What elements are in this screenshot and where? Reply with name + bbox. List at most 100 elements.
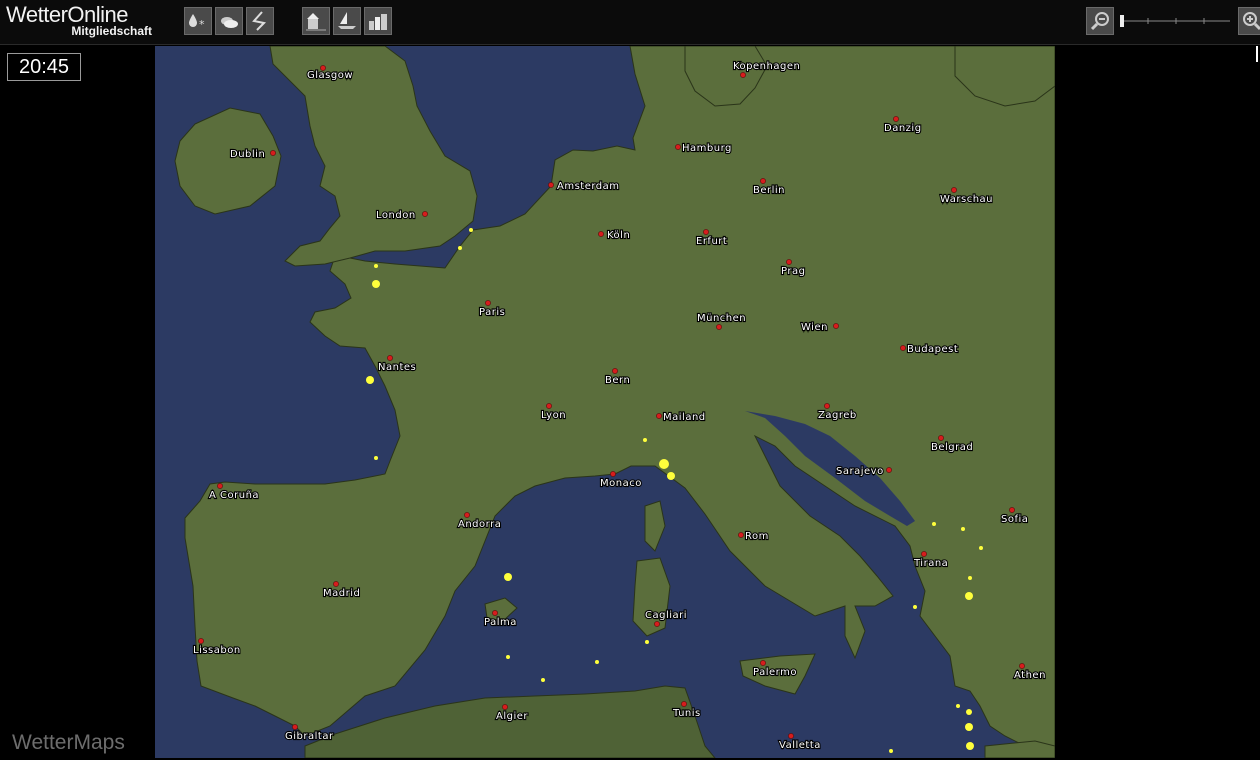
city-marker[interactable] bbox=[951, 187, 957, 193]
wetteronline-logo[interactable]: WetterOnline Mitgliedschaft bbox=[6, 2, 156, 42]
city-label: Tirana bbox=[913, 558, 948, 569]
city-label: Nantes bbox=[378, 362, 416, 373]
precip-layer-button[interactable]: * bbox=[184, 7, 212, 35]
city-label: Palermo bbox=[753, 667, 797, 678]
city-label: Danzig bbox=[884, 123, 922, 134]
svg-text:*: * bbox=[199, 18, 205, 31]
city-marker[interactable] bbox=[675, 144, 681, 150]
zoom-out-button[interactable] bbox=[1086, 7, 1114, 35]
city-marker[interactable] bbox=[217, 483, 223, 489]
city-marker[interactable] bbox=[703, 229, 709, 235]
city-label: Kopenhagen bbox=[733, 61, 800, 72]
city-marker[interactable] bbox=[464, 512, 470, 518]
city-marker[interactable] bbox=[833, 323, 839, 329]
island-sardinia bbox=[632, 557, 671, 637]
city-marker[interactable] bbox=[485, 300, 491, 306]
city-marker[interactable] bbox=[900, 345, 906, 351]
city-label: Wien bbox=[801, 322, 828, 333]
lightning-strike bbox=[667, 472, 675, 480]
wettermaps-logo: WetterMaps bbox=[12, 731, 125, 754]
city-marker[interactable] bbox=[198, 638, 204, 644]
city-marker[interactable] bbox=[788, 733, 794, 739]
lightning-strike bbox=[965, 723, 973, 731]
city-marker[interactable] bbox=[1009, 507, 1015, 513]
lightning-strike bbox=[966, 742, 974, 750]
sea-layer-button[interactable] bbox=[333, 7, 361, 35]
lightning-strike bbox=[643, 438, 647, 442]
city-marker[interactable] bbox=[921, 551, 927, 557]
city-marker[interactable] bbox=[612, 368, 618, 374]
city-marker[interactable] bbox=[824, 403, 830, 409]
city-marker[interactable] bbox=[270, 150, 276, 156]
lightning-strike bbox=[965, 592, 973, 600]
city-marker[interactable] bbox=[1019, 663, 1025, 669]
city-marker[interactable] bbox=[740, 72, 746, 78]
city-marker[interactable] bbox=[548, 182, 554, 188]
city-marker[interactable] bbox=[333, 581, 339, 587]
city-label: Rom bbox=[745, 531, 769, 542]
city-marker[interactable] bbox=[716, 324, 722, 330]
city-marker[interactable] bbox=[886, 467, 892, 473]
city-marker[interactable] bbox=[738, 532, 744, 538]
city-label: Madrid bbox=[323, 588, 360, 599]
lightning-strike bbox=[366, 376, 374, 384]
city-label: Monaco bbox=[600, 478, 642, 489]
precip-icon: * bbox=[189, 14, 205, 31]
city-marker[interactable] bbox=[760, 178, 766, 184]
city-marker[interactable] bbox=[292, 724, 298, 730]
city-label: Prag bbox=[781, 266, 805, 277]
lightning-strike bbox=[374, 264, 378, 268]
city-label: Cagliari bbox=[645, 610, 687, 621]
lightning-strike bbox=[659, 459, 669, 469]
city-layer-button[interactable] bbox=[364, 7, 392, 35]
city-label: Sofia bbox=[1001, 514, 1028, 525]
zoom-slider-thumb[interactable] bbox=[1120, 15, 1124, 27]
weather-map[interactable]: Glasgow Kopenhagen Danzig Dublin Hamburg Amst… bbox=[155, 46, 1055, 758]
city-marker[interactable] bbox=[654, 621, 660, 627]
city-marker[interactable] bbox=[681, 701, 687, 707]
city-label: Dublin bbox=[230, 149, 265, 160]
scroll-edge bbox=[1256, 46, 1258, 62]
city-marker[interactable] bbox=[387, 355, 393, 361]
city-marker[interactable] bbox=[656, 413, 662, 419]
wind-icon bbox=[252, 11, 267, 31]
lightning-strike bbox=[932, 522, 936, 526]
city-label: Hamburg bbox=[682, 143, 732, 154]
lightning-strike bbox=[458, 246, 462, 250]
city-marker[interactable] bbox=[786, 259, 792, 265]
city-marker[interactable] bbox=[598, 231, 604, 237]
city-marker[interactable] bbox=[938, 435, 944, 441]
city-marker[interactable] bbox=[760, 660, 766, 666]
map-canvas[interactable]: Glasgow Kopenhagen Danzig Dublin Hamburg Amst… bbox=[155, 46, 1055, 758]
zoom-slider[interactable] bbox=[1120, 14, 1232, 28]
city-label: Gibraltar bbox=[285, 731, 334, 742]
city-label: Lissabon bbox=[193, 645, 241, 656]
wind-layer-button[interactable] bbox=[246, 7, 274, 35]
city-marker[interactable] bbox=[422, 211, 428, 217]
time-display: 20:45 bbox=[7, 53, 81, 81]
city-marker[interactable] bbox=[502, 704, 508, 710]
city-label: Amsterdam bbox=[557, 181, 620, 192]
zoom-in-button[interactable] bbox=[1238, 7, 1260, 35]
city-label: Andorra bbox=[458, 519, 501, 530]
lightning-strike bbox=[506, 655, 510, 659]
city-marker[interactable] bbox=[893, 116, 899, 122]
city-marker[interactable] bbox=[610, 471, 616, 477]
city-label: Palma bbox=[484, 617, 517, 628]
city-label: Algier bbox=[496, 711, 528, 722]
city-label: Sarajevo bbox=[836, 466, 884, 477]
lightning-strike bbox=[913, 605, 917, 609]
lightning-strike bbox=[372, 280, 380, 288]
city-label: Athen bbox=[1014, 670, 1046, 681]
city-marker[interactable] bbox=[546, 403, 552, 409]
coast-layer-button[interactable] bbox=[302, 7, 330, 35]
lightning-strike bbox=[374, 456, 378, 460]
city-label: Erfurt bbox=[696, 236, 727, 247]
clouds-layer-button[interactable] bbox=[215, 7, 243, 35]
city-label: Warschau bbox=[940, 194, 993, 205]
city-marker[interactable] bbox=[492, 610, 498, 616]
city-label: Budapest bbox=[907, 344, 958, 355]
lightning-strike bbox=[469, 228, 473, 232]
city-icon bbox=[369, 14, 387, 30]
city-label: Bern bbox=[605, 375, 630, 386]
